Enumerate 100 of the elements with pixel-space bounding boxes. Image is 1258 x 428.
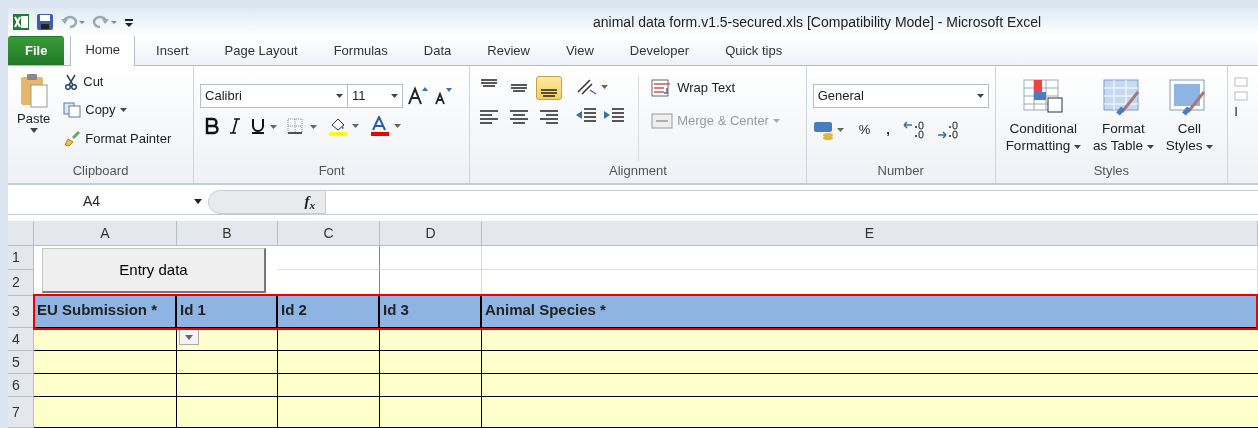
table-cell[interactable] (177, 397, 278, 428)
file-tab[interactable]: File (8, 36, 65, 65)
save-icon[interactable] (36, 12, 54, 31)
cut-button[interactable]: Cut (59, 69, 176, 94)
ribbon-tab[interactable]: Data (408, 36, 467, 65)
column-header[interactable]: B (177, 221, 278, 246)
table-cell[interactable] (278, 351, 380, 374)
paste-button[interactable]: Paste (14, 69, 54, 137)
copy-button[interactable]: Copy (59, 98, 176, 122)
caret-icon (1073, 144, 1081, 149)
caret-icon (29, 128, 38, 134)
caret-icon (119, 108, 127, 113)
format-painter-button[interactable]: Format Painter (59, 126, 176, 151)
align-bottom-icon (540, 88, 559, 97)
header-cell: Id 1 (177, 296, 278, 328)
currency-icon[interactable] (812, 119, 847, 140)
paintbrush-icon (63, 130, 82, 147)
caret-icon (772, 119, 780, 124)
name-box[interactable]: A4 (8, 191, 208, 213)
row-header[interactable]: 1 (8, 246, 34, 270)
ribbon-tab[interactable]: Review (472, 36, 545, 65)
caret-icon (185, 334, 193, 340)
align-middle-icon (510, 83, 529, 92)
header-cell: Id 2 (278, 296, 380, 328)
underline-icon[interactable] (250, 116, 279, 135)
row-header[interactable]: 2 (8, 270, 34, 296)
percent-button[interactable]: % (854, 117, 875, 142)
align-bottom-button[interactable] (536, 75, 563, 100)
table-cell[interactable] (380, 374, 482, 397)
ribbon-tab[interactable]: Developer (614, 36, 705, 65)
number-format-dropdown[interactable]: General (812, 83, 989, 108)
header-cell: Id 3 (380, 296, 482, 328)
wrap-text-button[interactable]: Wrap Text (647, 75, 784, 100)
table-cell[interactable] (482, 397, 1258, 428)
group-title: Clipboard (72, 162, 129, 181)
scissors-icon (63, 73, 80, 90)
table-cell[interactable] (177, 374, 278, 397)
font-name-dropdown[interactable]: Calibri (200, 83, 349, 108)
table-cell[interactable] (278, 397, 380, 428)
row-header[interactable]: 7 (8, 397, 34, 428)
table-cell[interactable] (278, 374, 380, 397)
caret-icon (976, 93, 984, 98)
column-header[interactable]: E (482, 221, 1258, 246)
table-cell[interactable] (482, 374, 1258, 397)
ribbon-tab[interactable]: Quick tips (710, 36, 798, 65)
caret-icon (391, 93, 399, 98)
group-title: Styles (1093, 163, 1130, 179)
row-header[interactable]: 3 (8, 296, 34, 328)
align-top-icon (480, 78, 499, 87)
column-header[interactable]: A (34, 221, 177, 246)
group-title: Number (877, 163, 924, 179)
table-cell[interactable] (177, 328, 278, 351)
font-size-dropdown[interactable]: 11 (347, 83, 404, 108)
table-cell[interactable] (34, 328, 177, 351)
header-cell: Animal Species * (482, 296, 1258, 328)
style-button[interactable]: Format as Table (1088, 75, 1158, 162)
table-cell[interactable] (34, 397, 177, 428)
style-icon (1022, 77, 1065, 116)
insert-function-button[interactable]: f$_{x}$ (304, 190, 315, 213)
table-cell[interactable] (34, 351, 177, 374)
table-cell[interactable] (278, 328, 380, 351)
ribbon-tab[interactable]: Insert (141, 36, 204, 65)
table-cell[interactable] (482, 351, 1258, 374)
clipboard-icon (18, 72, 49, 109)
caret-icon (1206, 144, 1214, 149)
ribbon-tab[interactable]: Formulas (318, 36, 403, 65)
column-header[interactable]: C (278, 221, 380, 246)
style-button[interactable]: Cell Styles (1161, 75, 1218, 162)
row-header[interactable]: 5 (8, 351, 34, 374)
comma-button[interactable]: , (882, 117, 894, 142)
group-title: Font (318, 163, 345, 179)
italic-icon[interactable] (228, 116, 243, 135)
table-cell[interactable] (380, 328, 482, 351)
shrink-font-icon[interactable] (433, 85, 454, 106)
caret-icon (336, 93, 344, 98)
ribbon-tab[interactable]: Home (70, 35, 136, 66)
merge-center-icon (651, 112, 674, 131)
excel-logo-icon (12, 12, 30, 31)
ribbon-label[interactable]: I (1234, 101, 1238, 122)
bold-icon[interactable] (204, 116, 221, 135)
column-header[interactable]: D (380, 221, 482, 246)
window-title: animal data form.v1.5-secured.xls [Compatibility Mode] - Microsoft Excel (593, 13, 1042, 32)
caret-icon (194, 199, 202, 205)
caret-icon (1146, 144, 1154, 149)
table-cell[interactable] (177, 351, 278, 374)
table-cell[interactable] (34, 374, 177, 397)
table-cell[interactable] (278, 246, 380, 270)
table-cell[interactable] (380, 397, 482, 428)
copy-icon (63, 102, 82, 119)
table-cell[interactable] (380, 351, 482, 374)
entry-data-button[interactable]: Entry data (42, 248, 266, 293)
table-cell[interactable] (482, 328, 1258, 351)
style-button[interactable]: Conditional Formatting (1001, 75, 1085, 162)
row-header[interactable]: 6 (8, 374, 34, 397)
group-title: Alignment (609, 163, 667, 179)
ribbon-tab[interactable]: View (550, 36, 609, 65)
header-cell: EU Submission * (34, 296, 177, 328)
ribbon-tab[interactable]: Page Layout (209, 36, 313, 65)
row-header[interactable]: 4 (8, 328, 34, 351)
grow-font-icon[interactable] (407, 85, 430, 106)
